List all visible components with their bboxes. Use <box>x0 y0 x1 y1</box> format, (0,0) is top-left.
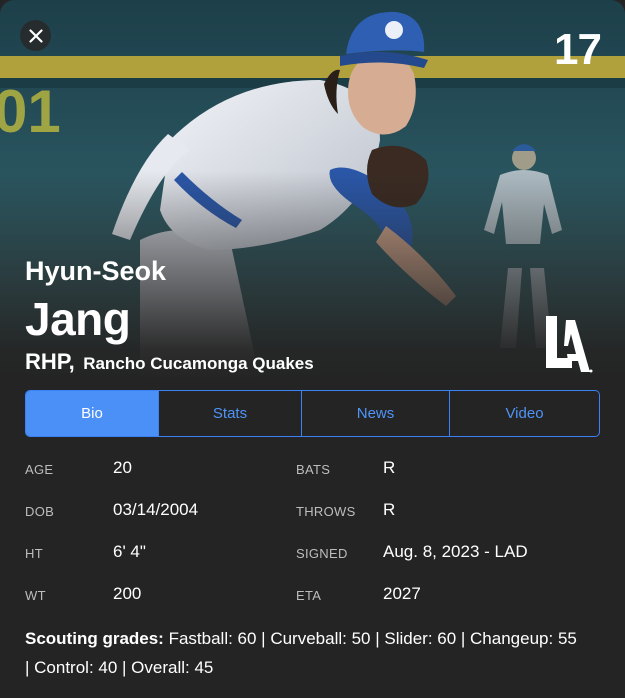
bio-details: AGE 20 BATS R DOB 03/14/2004 THROWS R HT… <box>0 450 625 618</box>
tab-bar: Bio Stats News Video <box>25 390 600 437</box>
signed-label: SIGNED <box>296 546 348 561</box>
eta-value: 2027 <box>383 584 421 603</box>
bio-row: HT 6' 4" SIGNED Aug. 8, 2023 - LAD <box>0 534 625 576</box>
dob-value: 03/14/2004 <box>113 500 199 519</box>
throws-label: THROWS <box>296 504 356 519</box>
height-label: HT <box>25 546 43 561</box>
close-button[interactable] <box>20 20 51 51</box>
scouting-grades: Scouting grades: Fastball: 60 | Curvebal… <box>25 624 585 682</box>
player-last-name: Jang <box>25 293 131 345</box>
weight-value: 200 <box>113 584 142 603</box>
tab-bio[interactable]: Bio <box>26 391 158 436</box>
tab-news[interactable]: News <box>301 391 449 436</box>
dob-label: DOB <box>25 504 55 519</box>
age-label: AGE <box>25 462 54 477</box>
close-icon <box>28 28 43 43</box>
bio-row: AGE 20 BATS R <box>0 450 625 492</box>
player-position: RHP <box>25 349 69 374</box>
weight-label: WT <box>25 588 46 603</box>
tab-stats[interactable]: Stats <box>158 391 301 436</box>
throws-value: R <box>383 500 396 519</box>
signed-value: Aug. 8, 2023 - LAD <box>383 542 528 561</box>
scouting-grades-label: Scouting grades: <box>25 629 164 648</box>
team-name: Rancho Cucamonga Quakes <box>83 354 314 373</box>
player-card: 01 <box>0 0 625 698</box>
jersey-number: 17 <box>554 25 602 74</box>
position-team-line: RHP, Rancho Cucamonga Quakes <box>25 351 314 373</box>
bats-label: BATS <box>296 462 331 477</box>
bio-row: DOB 03/14/2004 THROWS R <box>0 492 625 534</box>
dodgers-la-logo <box>542 312 594 376</box>
tab-video[interactable]: Video <box>449 391 599 436</box>
eta-label: ETA <box>296 588 322 603</box>
bats-value: R <box>383 458 396 477</box>
age-value: 20 <box>113 458 132 477</box>
player-first-name: Hyun-Seok <box>25 256 167 286</box>
bio-row: WT 200 ETA 2027 <box>0 576 625 618</box>
height-value: 6' 4" <box>113 542 146 561</box>
position-separator: , <box>68 349 75 374</box>
